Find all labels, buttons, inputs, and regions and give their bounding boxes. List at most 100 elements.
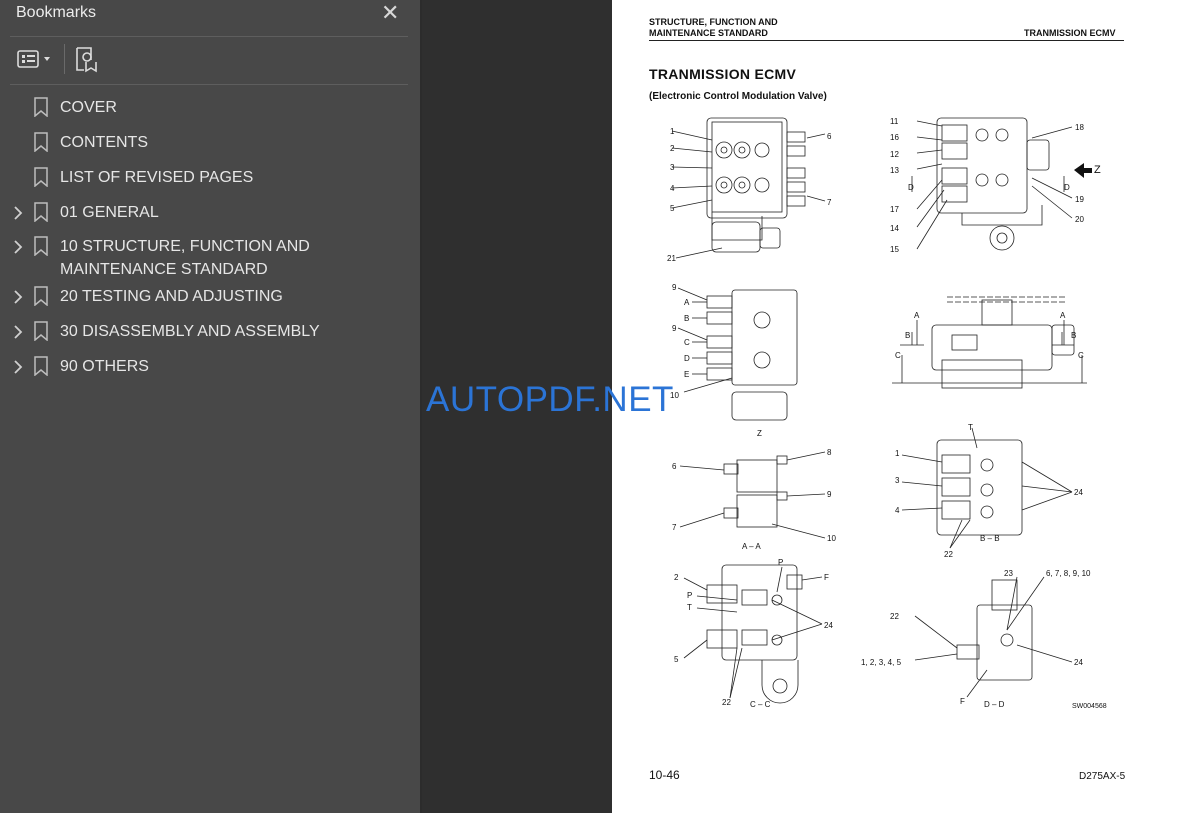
svg-text:1: 1 (895, 449, 900, 458)
bookmark-label: 30 DISASSEMBLY AND ASSEMBLY (60, 323, 320, 340)
svg-text:22: 22 (944, 550, 953, 559)
chevron-right-icon (14, 325, 23, 339)
svg-text:22: 22 (722, 698, 731, 707)
bookmark-icon (34, 132, 48, 152)
svg-text:5: 5 (674, 655, 679, 664)
bookmark-label: 01 GENERAL (60, 204, 159, 221)
svg-text:13: 13 (890, 166, 899, 175)
close-icon[interactable]: ✕ (381, 1, 399, 25)
figure-z-view (677, 287, 798, 421)
document-page: STRUCTURE, FUNCTION AND MAINTENANCE STAN… (612, 0, 1200, 813)
svg-text:19: 19 (1075, 195, 1084, 204)
bookmark-icon (34, 236, 48, 256)
svg-text:T: T (968, 423, 973, 432)
svg-text:12: 12 (890, 150, 899, 159)
toolbar-separator (64, 44, 65, 74)
bookmark-label: 20 TESTING AND ADJUSTING (60, 288, 283, 305)
panel-title: Bookmarks (16, 4, 97, 21)
bookmark-label: CONTENTS (60, 134, 148, 151)
section-cc-label: C – C (750, 700, 771, 709)
svg-text:20: 20 (1075, 215, 1084, 224)
svg-text:A: A (1060, 311, 1066, 320)
svg-text:P: P (778, 558, 783, 567)
section-aa-label: A – A (742, 542, 761, 551)
svg-text:B: B (1071, 331, 1076, 340)
svg-text:10: 10 (827, 534, 836, 543)
svg-text:A: A (914, 311, 920, 320)
figure-section-cc (683, 564, 823, 704)
svg-text:C: C (684, 338, 690, 347)
svg-text:8: 8 (827, 448, 832, 457)
divider (10, 84, 408, 85)
svg-text:24: 24 (1074, 658, 1083, 667)
divider (10, 36, 408, 37)
svg-text:T: T (687, 603, 692, 612)
svg-text:4: 4 (670, 184, 675, 193)
bookmarks-panel: Bookmarks ✕ COVER CONTENTS LIST OF REVIS… (0, 0, 420, 813)
svg-text:9: 9 (672, 324, 677, 333)
svg-text:7: 7 (827, 198, 832, 207)
svg-text:F: F (960, 697, 965, 706)
figure-id: SW004568 (1072, 703, 1107, 710)
svg-text:6: 6 (672, 462, 677, 471)
svg-text:24: 24 (1074, 488, 1083, 497)
svg-text:7: 7 (672, 523, 677, 532)
bookmark-label: LIST OF REVISED PAGES (60, 169, 254, 186)
chevron-right-icon (14, 290, 23, 304)
callout-678910: 6, 7, 8, 9, 10 (1046, 569, 1091, 578)
svg-text:21: 21 (667, 254, 676, 263)
bookmark-icon (34, 167, 48, 187)
bookmark-icon (34, 286, 48, 306)
section-bb-label: B – B (980, 534, 1000, 543)
svg-text:D: D (908, 183, 914, 192)
svg-text:2: 2 (670, 144, 675, 153)
svg-text:23: 23 (1004, 569, 1013, 578)
svg-text:11: 11 (890, 117, 899, 126)
section-dd-label: D – D (984, 700, 1005, 709)
bookmark-icon (34, 356, 48, 376)
svg-text:15: 15 (890, 245, 899, 254)
svg-text:16: 16 (890, 133, 899, 142)
figure-side-view (911, 117, 1073, 251)
z-arrow-label: Z (1094, 164, 1101, 176)
svg-text:18: 18 (1075, 123, 1084, 132)
figure-section-aa (679, 451, 826, 539)
svg-text:9: 9 (672, 283, 677, 292)
svg-text:B: B (905, 331, 910, 340)
bookmark-icon (34, 97, 48, 117)
svg-text:3: 3 (895, 476, 900, 485)
options-menu-button[interactable] (16, 44, 54, 74)
ecmv-technical-drawing: 123 4521 67 111612 131714 151819 20D D Z… (667, 117, 1107, 710)
bookmark-icon (34, 202, 48, 222)
svg-text:22: 22 (890, 612, 899, 621)
svg-text:D: D (1064, 183, 1070, 192)
svg-text:C: C (1078, 351, 1084, 360)
chevron-right-icon (14, 360, 23, 374)
model-number: D275AX-5 (1079, 771, 1126, 782)
chevron-right-icon (14, 206, 23, 220)
svg-text:F: F (824, 573, 829, 582)
page-number: 10-46 (649, 768, 680, 782)
figure-section-markers (892, 296, 1087, 389)
svg-text:4: 4 (895, 506, 900, 515)
list-options-icon (17, 50, 50, 68)
svg-text:B: B (684, 314, 689, 323)
svg-text:9: 9 (827, 490, 832, 499)
svg-text:24: 24 (824, 621, 833, 630)
svg-text:D: D (684, 354, 690, 363)
svg-text:P: P (687, 591, 692, 600)
svg-text:3: 3 (670, 163, 675, 172)
svg-text:2: 2 (674, 573, 679, 582)
chevron-right-icon (14, 240, 23, 254)
bookmark-label: 10 STRUCTURE, FUNCTION AND MAINTENANCE S… (60, 238, 310, 278)
svg-text:17: 17 (890, 205, 899, 214)
z-view-label: Z (757, 429, 762, 438)
svg-text:A: A (684, 298, 690, 307)
svg-text:6: 6 (827, 132, 832, 141)
figure-section-dd (914, 576, 1073, 698)
find-bookmark-button[interactable] (74, 44, 100, 74)
svg-text:1: 1 (670, 127, 675, 136)
figure-main-view (671, 117, 826, 259)
svg-text:14: 14 (890, 224, 899, 233)
svg-text:C: C (895, 351, 901, 360)
